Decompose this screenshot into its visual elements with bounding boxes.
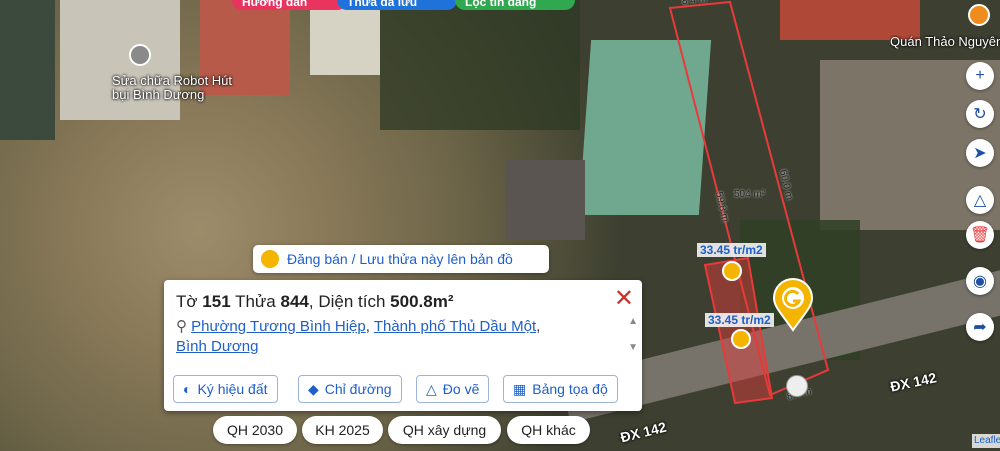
area-label: 504 m² — [734, 189, 766, 200]
parcel-address: ⚲ Phường Tương Bình Hiệp, Thành phố Thủ … — [176, 318, 541, 355]
zoom-in-button[interactable]: + — [966, 62, 994, 90]
refresh-button[interactable]: ↻ — [966, 100, 994, 128]
measure-handle-icon[interactable] — [786, 375, 808, 397]
measure-button[interactable]: △ Đo vẽ — [416, 375, 490, 403]
sheet-number: 151 — [202, 292, 231, 311]
post-listing-banner[interactable]: Đăng bán / Lưu thửa này lên bản đồ — [253, 245, 549, 273]
chip-label: QH xây dựng — [402, 422, 487, 438]
poi-label-robot[interactable]: Sửa chữa Robot Hút bụi Bình Dương — [112, 74, 247, 102]
saved-lots-label: Thửa đã lưu — [347, 0, 418, 9]
sheet-label: Tờ — [176, 292, 198, 311]
area-caption: Diện tích — [318, 292, 386, 311]
coordinate-table-label: Bảng tọa độ — [532, 381, 608, 397]
poi-label-quan[interactable]: Quán Thảo Nguyên — [890, 35, 1000, 49]
filter-listings-label: Lọc tin đăng — [465, 0, 537, 9]
restaurant-pin-icon[interactable] — [968, 4, 990, 26]
share-button[interactable]: ➦ — [966, 313, 994, 341]
chip-qh-other[interactable]: QH khác — [507, 416, 590, 444]
price-label: 33.45 tr/m2 — [705, 313, 774, 327]
directions-pill-button[interactable]: Hướng dẫn — [232, 0, 347, 10]
pin-icon — [261, 250, 279, 268]
location-marker-icon[interactable] — [772, 278, 814, 332]
saved-lots-button[interactable]: Thửa đã lưu — [337, 0, 457, 10]
price-marker-icon[interactable] — [722, 261, 742, 281]
province-link[interactable]: Bình Dương — [176, 338, 258, 355]
layers-button[interactable]: ◉ — [966, 267, 994, 295]
chip-label: QH 2030 — [226, 422, 284, 438]
land-symbols-label: Ký hiệu đất — [197, 381, 268, 397]
land-symbols-button[interactable]: ◐ Ký hiệu đất — [173, 375, 278, 403]
price-marker-icon[interactable] — [731, 329, 751, 349]
lot-label: Thửa — [235, 292, 276, 311]
filter-listings-button[interactable]: Lọc tin đăng — [455, 0, 575, 10]
measure-icon: △ — [426, 380, 437, 397]
chip-label: KH 2025 — [315, 422, 370, 438]
coordinate-table-button[interactable]: ▦ Bảng tọa độ — [503, 375, 618, 403]
measure-tool-button[interactable]: △ — [966, 186, 994, 214]
scroll-up-icon[interactable]: ▲ — [628, 316, 638, 327]
parcel-info-card: Tờ 151 Thửa 844, Diện tích 500.8m² ✕ ⚲ P… — [164, 280, 642, 411]
table-icon: ▦ — [513, 380, 527, 397]
ward-link[interactable]: Phường Tương Bình Hiệp — [191, 318, 366, 335]
directions-pill-label: Hướng dẫn — [242, 0, 308, 9]
lot-number: 844 — [280, 292, 309, 311]
area-value: 500.8m² — [390, 292, 454, 311]
directions-label: Chỉ đường — [324, 381, 392, 397]
location-icon: ⚲ — [176, 318, 187, 335]
chip-qh-2030[interactable]: QH 2030 — [213, 416, 297, 444]
price-label: 33.45 tr/m2 — [697, 243, 766, 257]
chip-qh-construction[interactable]: QH xây dựng — [388, 416, 501, 444]
city-link[interactable]: Thành phố Thủ Dầu Một — [374, 318, 536, 335]
chip-kh-2025[interactable]: KH 2025 — [302, 416, 383, 444]
post-listing-label: Đăng bán / Lưu thửa này lên bản đồ — [287, 251, 513, 267]
directions-button[interactable]: ◆ Chỉ đường — [298, 375, 402, 403]
direction-icon: ◆ — [308, 380, 319, 397]
close-icon[interactable]: ✕ — [614, 284, 634, 313]
palette-icon: ◐ — [183, 381, 192, 397]
measure-label: Đo vẽ — [442, 381, 480, 397]
scroll-down-icon[interactable]: ▼ — [628, 342, 638, 353]
parcel-title: Tờ 151 Thửa 844, Diện tích 500.8m² — [176, 292, 454, 311]
delete-button[interactable]: 🗑 — [966, 221, 994, 249]
map-pin-icon[interactable] — [129, 44, 151, 66]
locate-button[interactable]: ➤ — [966, 139, 994, 167]
leaflet-attribution[interactable]: Leaflet — [972, 434, 1000, 448]
chip-label: QH khác — [521, 422, 576, 438]
